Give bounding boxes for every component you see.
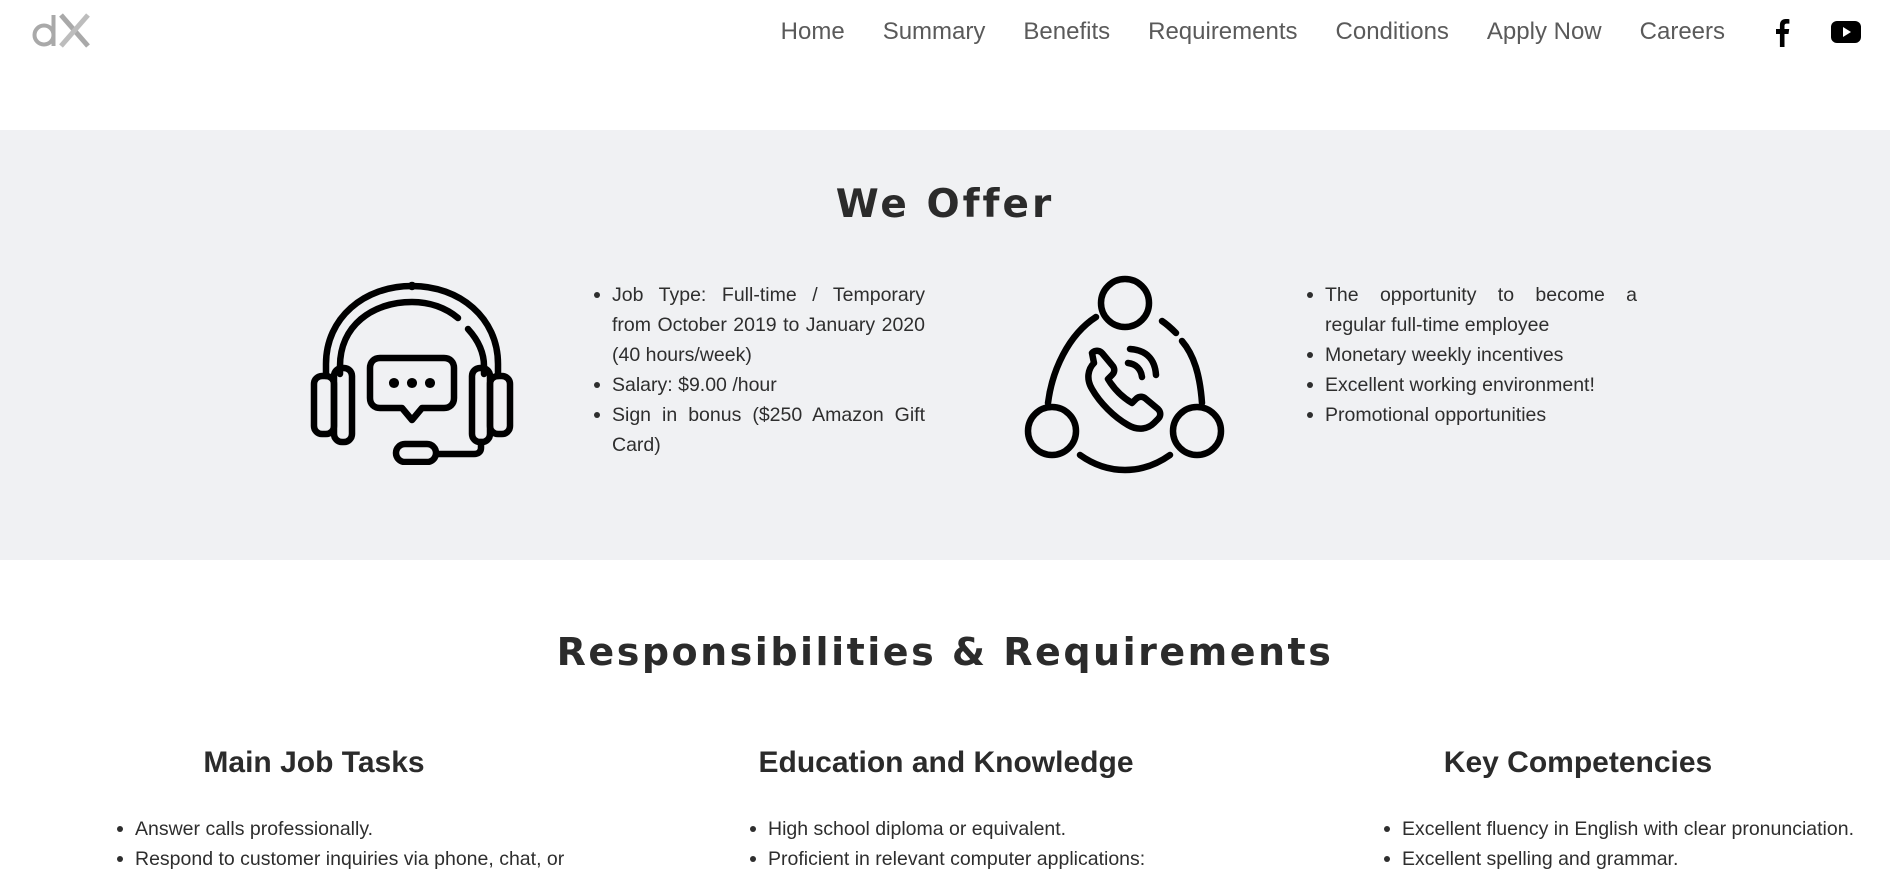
list-item: Answer calls professionally. <box>113 814 613 844</box>
nav-home[interactable]: Home <box>781 14 845 50</box>
list-item: High school diploma or equivalent. <box>746 814 1206 844</box>
list-item: The opportunity to become a regular full… <box>1303 280 1637 340</box>
headset-chat-icon <box>310 280 515 466</box>
list-item: Proficient in relevant computer applicat… <box>746 844 1206 874</box>
main-job-tasks-heading: Main Job Tasks <box>203 746 425 779</box>
youtube-link[interactable] <box>1830 14 1862 50</box>
main-nav: Home Summary Benefits Requirements Condi… <box>781 14 1725 50</box>
key-competencies-list: Excellent fluency in English with clear … <box>1380 814 1890 874</box>
responsibilities-title: Responsibilities & Requirements <box>556 630 1334 674</box>
facebook-link[interactable] <box>1770 14 1794 50</box>
nav-requirements[interactable]: Requirements <box>1148 14 1297 50</box>
nav-conditions[interactable]: Conditions <box>1336 14 1449 50</box>
list-item: Excellent working environment! <box>1303 370 1637 400</box>
dx-logo-icon <box>32 13 90 48</box>
nav-summary[interactable]: Summary <box>883 14 986 50</box>
education-knowledge-heading: Education and Knowledge <box>758 746 1134 779</box>
network-phone-icon <box>1022 275 1227 480</box>
list-item: Excellent spelling and grammar. <box>1380 844 1890 874</box>
list-item: Promotional opportunities <box>1303 400 1637 430</box>
list-item: Respond to customer inquiries via phone,… <box>113 844 613 874</box>
main-job-tasks-list: Answer calls professionally. Respond to … <box>113 814 613 874</box>
facebook-icon <box>1776 19 1790 47</box>
key-competencies-heading: Key Competencies <box>1443 746 1713 779</box>
site-header: Home Summary Benefits Requirements Condi… <box>0 0 1890 130</box>
nav-apply-now[interactable]: Apply Now <box>1487 14 1602 50</box>
we-offer-title: We Offer <box>835 182 1055 227</box>
list-item: Monetary weekly incentives <box>1303 340 1637 370</box>
offer-list-left: Job Type: Full-time / Temporary from Oct… <box>590 280 925 460</box>
we-offer-section: We Offer Job Type: Full-time / Temporary… <box>0 130 1890 560</box>
nav-careers[interactable]: Careers <box>1640 14 1725 50</box>
list-item: Job Type: Full-time / Temporary from Oct… <box>590 280 925 370</box>
list-item: Excellent fluency in English with clear … <box>1380 814 1890 844</box>
list-item: Sign in bonus ($250 Amazon Gift Card) <box>590 400 925 460</box>
list-item: Salary: $9.00 /hour <box>590 370 925 400</box>
youtube-icon <box>1831 21 1861 43</box>
site-logo[interactable] <box>30 10 94 52</box>
education-knowledge-list: High school diploma or equivalent. Profi… <box>746 814 1206 874</box>
offer-list-right: The opportunity to become a regular full… <box>1303 280 1637 430</box>
nav-benefits[interactable]: Benefits <box>1023 14 1110 50</box>
